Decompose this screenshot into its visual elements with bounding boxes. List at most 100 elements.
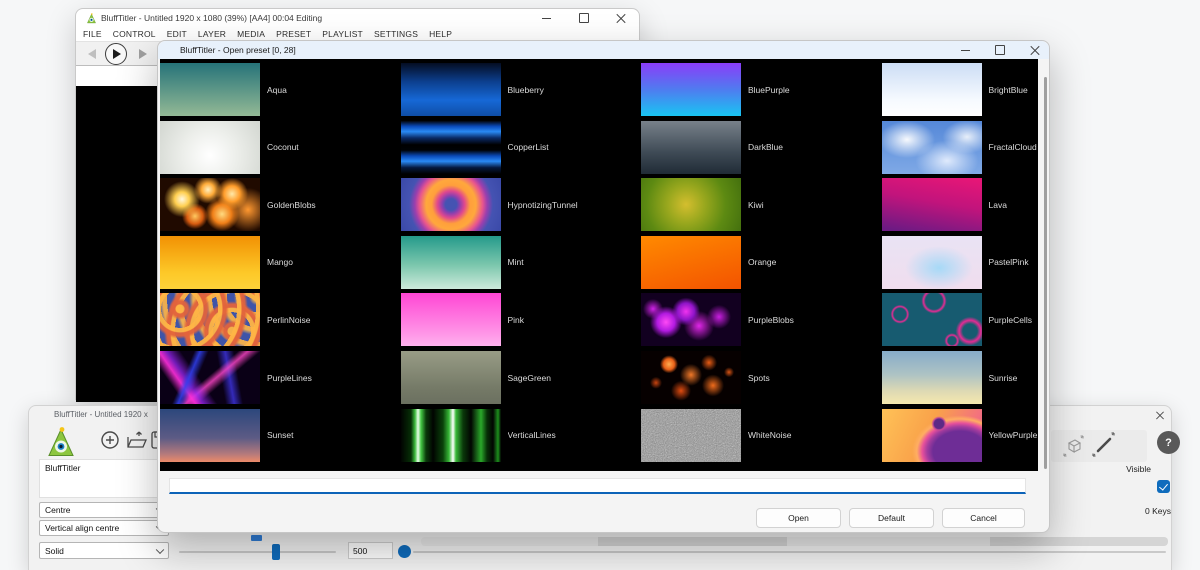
preset-thumbnail[interactable] (401, 409, 501, 462)
preset-item[interactable]: PurpleCells (882, 293, 1039, 346)
size-input[interactable] (348, 542, 393, 559)
maximize-icon[interactable] (565, 9, 602, 27)
minimize-icon[interactable] (950, 41, 980, 59)
vertical-alignment-select[interactable]: Vertical align centre (39, 520, 169, 536)
preset-thumbnail[interactable] (882, 121, 982, 174)
preset-label: SageGreen (508, 351, 641, 404)
cancel-button[interactable]: Cancel (942, 508, 1025, 528)
preset-item[interactable]: YellowPurpleBlobs (882, 409, 1039, 462)
play-button[interactable] (105, 43, 127, 65)
maximize-icon[interactable] (985, 41, 1015, 59)
alignment-select[interactable]: Centre (39, 502, 169, 518)
preset-thumbnail[interactable] (160, 236, 260, 289)
preset-item[interactable]: PurpleBlobs (641, 293, 881, 346)
preset-item[interactable]: Lava (882, 178, 1039, 231)
preset-thumbnail[interactable] (882, 178, 982, 231)
preset-thumbnail[interactable] (641, 293, 741, 346)
menu-file[interactable]: FILE (83, 29, 102, 39)
preset-thumbnail[interactable] (882, 351, 982, 404)
preset-thumbnail[interactable] (401, 178, 501, 231)
preview-titlebar: BluffTitler - Untitled 1920 x 1080 (39%)… (76, 9, 639, 27)
preset-thumbnail[interactable] (401, 63, 501, 116)
open-button[interactable]: Open (756, 508, 841, 528)
preset-thumbnail[interactable] (401, 121, 501, 174)
timeline-slider-track[interactable] (413, 551, 1166, 553)
visible-checkbox[interactable] (1157, 480, 1170, 493)
preset-item[interactable]: GoldenBlobs (160, 178, 400, 231)
property-slider-track[interactable] (179, 551, 336, 553)
preset-item[interactable]: Sunset (160, 409, 400, 462)
close-icon[interactable] (602, 9, 639, 27)
preset-item[interactable]: Sunrise (882, 351, 1039, 404)
preset-thumbnail[interactable] (641, 409, 741, 462)
menu-edit[interactable]: EDIT (167, 29, 187, 39)
preset-label: WhiteNoise (748, 409, 881, 462)
default-button[interactable]: Default (849, 508, 934, 528)
preset-thumbnail[interactable] (401, 293, 501, 346)
preset-item[interactable]: BrightBlue (882, 63, 1039, 116)
menu-control[interactable]: CONTROL (113, 29, 156, 39)
timeline-slider-handle[interactable] (398, 545, 411, 558)
preset-thumbnail[interactable] (882, 293, 982, 346)
menu-media[interactable]: MEDIA (237, 29, 265, 39)
menu-help[interactable]: HELP (429, 29, 452, 39)
preset-thumbnail[interactable] (641, 351, 741, 404)
preset-thumbnail[interactable] (160, 351, 260, 404)
preset-thumbnail[interactable] (882, 236, 982, 289)
previous-key-icon[interactable] (88, 49, 96, 59)
minimize-icon[interactable] (528, 9, 565, 27)
preset-item[interactable]: PastelPink (882, 236, 1039, 289)
preset-thumbnail[interactable] (160, 409, 260, 462)
preset-thumbnail[interactable] (160, 293, 260, 346)
preset-thumbnail[interactable] (401, 236, 501, 289)
open-show-icon[interactable] (126, 431, 149, 450)
preset-item[interactable]: BluePurple (641, 63, 881, 116)
preset-item[interactable]: Blueberry (401, 63, 641, 116)
close-icon[interactable] (1156, 411, 1165, 420)
preset-thumbnail[interactable] (401, 351, 501, 404)
close-icon[interactable] (1020, 41, 1050, 59)
preset-thumbnail[interactable] (160, 63, 260, 116)
resize-3d-icon[interactable] (1061, 434, 1085, 458)
preset-item[interactable]: CopperList (401, 121, 641, 174)
preset-item[interactable]: DarkBlue (641, 121, 881, 174)
preset-item[interactable]: SageGreen (401, 351, 641, 404)
preset-thumbnail[interactable] (641, 63, 741, 116)
preset-thumbnail[interactable] (641, 236, 741, 289)
menu-settings[interactable]: SETTINGS (374, 29, 418, 39)
preset-item[interactable]: Aqua (160, 63, 400, 116)
property-slider-handle[interactable] (272, 544, 280, 560)
preset-item[interactable]: Kiwi (641, 178, 881, 231)
preset-thumbnail[interactable] (160, 178, 260, 231)
add-layer-icon[interactable] (100, 430, 120, 450)
menu-layer[interactable]: LAYER (198, 29, 226, 39)
style-select[interactable]: Solid (39, 542, 169, 559)
preset-item[interactable]: FractalCloud (882, 121, 1039, 174)
preset-thumbnail[interactable] (641, 178, 741, 231)
preset-label: Sunset (267, 409, 400, 462)
preset-thumbnail[interactable] (882, 409, 982, 462)
preset-item[interactable]: VerticalLines (401, 409, 641, 462)
preset-item[interactable]: Spots (641, 351, 881, 404)
next-key-icon[interactable] (139, 49, 147, 59)
stretch-pen-icon[interactable] (1091, 432, 1117, 458)
preset-item[interactable]: Coconut (160, 121, 400, 174)
preset-item[interactable]: PurpleLines (160, 351, 400, 404)
preset-item[interactable]: HypnotizingTunnel (401, 178, 641, 231)
preset-name-input[interactable] (169, 478, 1026, 494)
preset-item[interactable]: PerlinNoise (160, 293, 400, 346)
scrollbar-thumb[interactable] (1044, 77, 1047, 469)
preset-item[interactable]: WhiteNoise (641, 409, 881, 462)
preset-thumbnail[interactable] (882, 63, 982, 116)
style-value: Solid (45, 546, 64, 556)
help-button[interactable]: ? (1157, 431, 1180, 454)
menu-playlist[interactable]: PLAYLIST (322, 29, 363, 39)
preset-thumbnail[interactable] (641, 121, 741, 174)
menu-preset[interactable]: PRESET (276, 29, 311, 39)
preset-item[interactable]: Pink (401, 293, 641, 346)
preset-item[interactable]: Orange (641, 236, 881, 289)
control-window-title: BluffTitler - Untitled 1920 x (54, 410, 148, 419)
preset-item[interactable]: Mint (401, 236, 641, 289)
preset-item[interactable]: Mango (160, 236, 400, 289)
preset-thumbnail[interactable] (160, 121, 260, 174)
